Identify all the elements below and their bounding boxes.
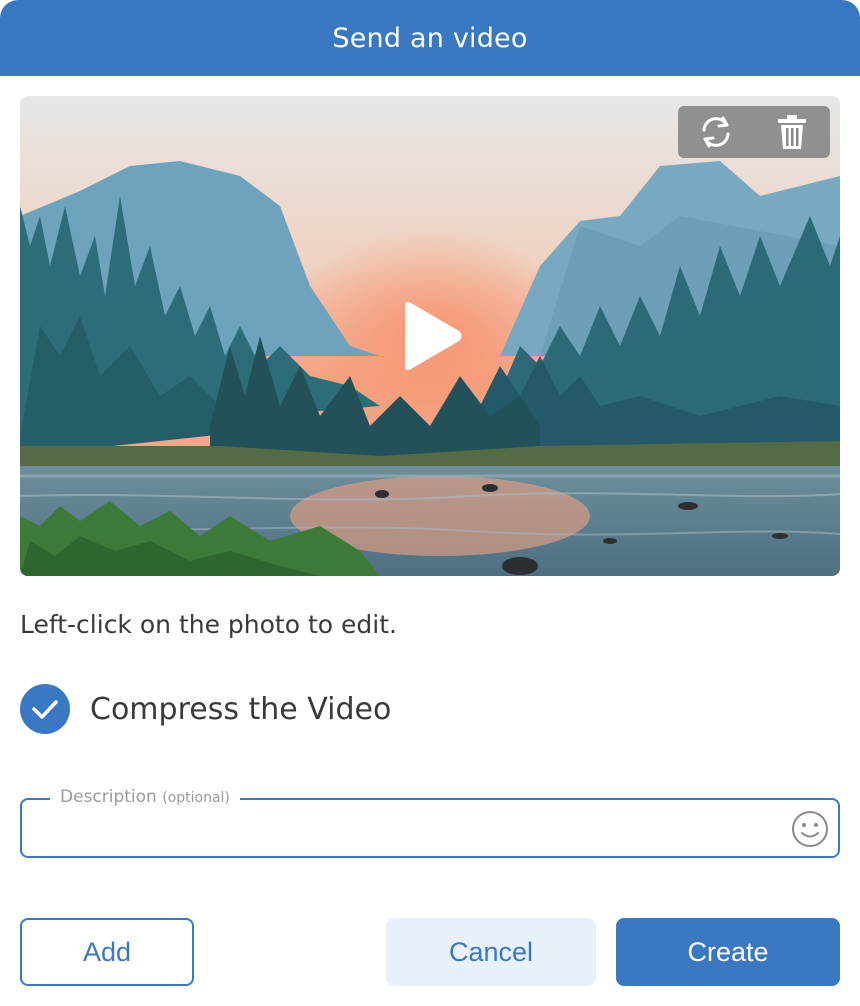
replace-video-button[interactable] [690,106,742,158]
dialog-header: Send an video [0,0,860,76]
checkmark-icon [32,700,58,719]
description-input[interactable] [38,810,778,846]
delete-video-button[interactable] [766,106,818,158]
media-toolbar [678,106,830,158]
play-icon [405,302,462,370]
smiley-icon[interactable] [790,809,830,849]
send-video-dialog: Send an video Left-click on the photo to… [0,0,860,1006]
create-button[interactable]: Create [616,918,840,986]
description-optional-text: (optional) [162,790,230,806]
refresh-icon [702,116,730,148]
compress-video-checkbox[interactable]: Compress the Video [20,684,391,734]
play-button[interactable] [390,296,470,376]
video-preview[interactable] [20,96,840,576]
checkbox-checked-icon[interactable] [20,684,70,734]
cancel-button[interactable]: Cancel [386,918,596,986]
compress-video-label: Compress the Video [90,691,392,727]
description-label-text: Description [60,787,157,807]
trash-icon [778,115,806,149]
add-button[interactable]: Add [20,918,194,986]
description-label: Description (optional) [50,787,240,807]
edit-hint: Left-click on the photo to edit. [20,610,397,639]
dialog-title: Send an video [332,22,528,54]
description-field: Description (optional) [20,787,840,858]
